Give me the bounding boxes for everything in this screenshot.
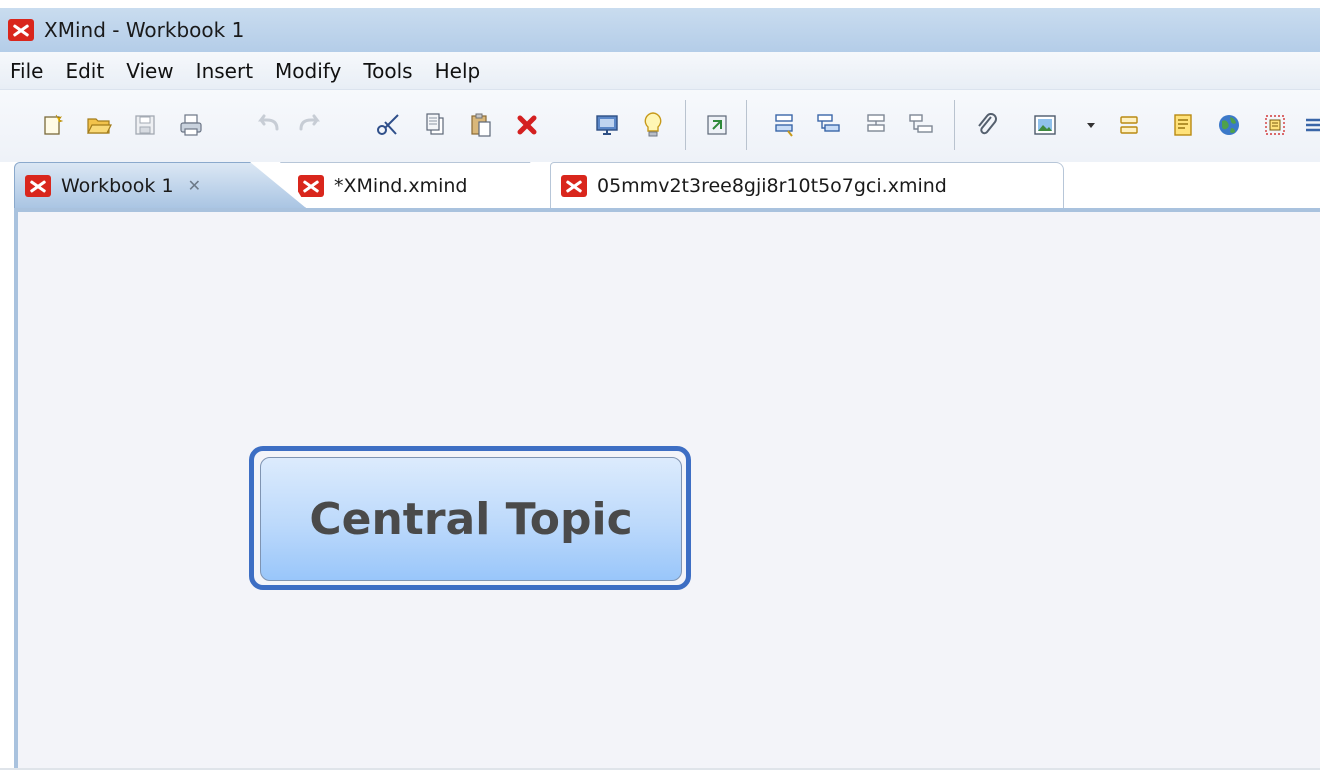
save-icon[interactable] [130, 110, 160, 140]
title-bar: XMind - Workbook 1 [0, 8, 1320, 52]
tab-workbook-1[interactable]: Workbook 1 ✕ [14, 162, 306, 208]
tab-xmind-xmind[interactable]: *XMind.xmind [280, 162, 552, 208]
drill-down-icon[interactable] [702, 110, 732, 140]
menu-view[interactable]: View [126, 59, 173, 83]
insert-subtopic-icon[interactable] [814, 110, 844, 140]
tab-label: *XMind.xmind [334, 174, 468, 197]
xmind-file-icon [561, 174, 587, 197]
menu-file[interactable]: File [10, 59, 43, 83]
boundary-icon[interactable] [1260, 110, 1290, 140]
menu-tools[interactable]: Tools [363, 59, 412, 83]
xmind-file-icon [298, 174, 324, 197]
editor-tab-strip: Workbook 1 ✕ *XMind.xmind 05mmv2t3ree8gj… [0, 162, 1320, 210]
tab-label: 05mmv2t3ree8gji8r10t5o7gci.xmind [597, 174, 947, 197]
xmind-file-icon [25, 174, 51, 197]
notes-icon[interactable] [1168, 110, 1198, 140]
attachment-icon[interactable] [972, 110, 1002, 140]
window-title: XMind - Workbook 1 [44, 18, 245, 42]
more-tools-icon[interactable] [1300, 110, 1320, 140]
toolbar [0, 90, 1320, 162]
summary-icon[interactable] [1114, 110, 1144, 140]
presentation-icon[interactable] [592, 110, 622, 140]
menu-modify[interactable]: Modify [275, 59, 341, 83]
cut-icon[interactable] [374, 110, 404, 140]
menu-edit[interactable]: Edit [65, 59, 104, 83]
image-icon[interactable] [1030, 110, 1060, 140]
tab-label: Workbook 1 [61, 174, 174, 197]
redo-icon[interactable] [296, 110, 326, 140]
menu-insert[interactable]: Insert [196, 59, 253, 83]
menu-bar: File Edit View Insert Modify Tools Help [0, 52, 1320, 90]
insert-topic-before-icon[interactable] [862, 110, 892, 140]
central-topic-label: Central Topic [309, 493, 633, 545]
chevron-down-icon[interactable] [1076, 110, 1106, 140]
paste-icon[interactable] [466, 110, 496, 140]
new-workbook-icon[interactable] [38, 110, 68, 140]
close-icon[interactable]: ✕ [188, 176, 201, 195]
toolbar-separator [954, 100, 955, 150]
menu-help[interactable]: Help [435, 59, 481, 83]
insert-topic-icon[interactable] [770, 110, 800, 140]
toolbar-separator [685, 100, 686, 150]
central-topic[interactable]: Central Topic [260, 457, 682, 581]
tab-05mmv2t3ree8gji8r10t5o7gci-xmind[interactable]: 05mmv2t3ree8gji8r10t5o7gci.xmind [550, 162, 1064, 208]
xmind-logo-icon [8, 19, 34, 41]
copy-icon[interactable] [420, 110, 450, 140]
open-folder-icon[interactable] [84, 110, 114, 140]
xmind-window: XMind - Workbook 1 File Edit View Insert… [0, 0, 1320, 770]
print-icon[interactable] [176, 110, 206, 140]
toolbar-separator [746, 100, 747, 150]
insert-parent-topic-icon[interactable] [906, 110, 936, 140]
delete-icon[interactable] [512, 110, 542, 140]
undo-icon[interactable] [252, 110, 282, 140]
hyperlink-globe-icon[interactable] [1214, 110, 1244, 140]
brainstorm-lightbulb-icon[interactable] [638, 110, 668, 140]
